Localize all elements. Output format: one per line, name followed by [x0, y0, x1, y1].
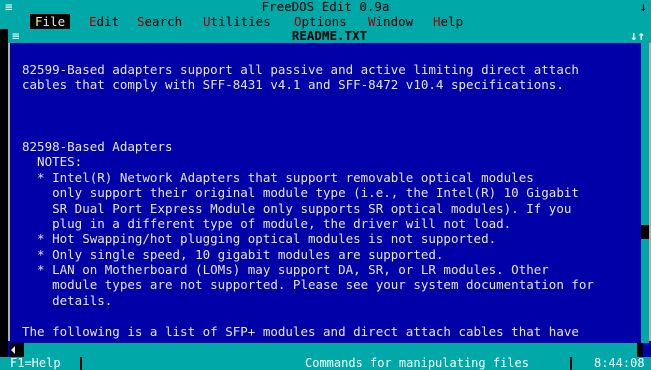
scroll-right-icon[interactable]: [637, 343, 643, 357]
system-menu-icon[interactable]: ≡: [5, 0, 13, 14]
menu-edit-label: dit: [96, 14, 120, 29]
menu-help[interactable]: Help: [433, 14, 463, 29]
menu-utilities[interactable]: Utilities: [203, 14, 271, 29]
menu-edit[interactable]: Edit: [89, 14, 119, 29]
left-border: [0, 29, 8, 370]
text-line: 82599-Based adapters support all passive…: [22, 62, 579, 77]
text-line: [22, 93, 642, 108]
menu-options-hotkey: O: [294, 14, 302, 29]
document-text-area[interactable]: 82599-Based adapters support all passive…: [22, 62, 642, 340]
status-bar: F1=Help Commands for manipulating files …: [0, 357, 651, 370]
vertical-scrollbar[interactable]: [641, 43, 649, 343]
status-separator: [570, 357, 572, 370]
text-line: * Intel(R) Network Adapters that support…: [22, 169, 534, 185]
menu-bar: File Edit Search Utilities Options Windo…: [0, 14, 651, 29]
menu-file[interactable]: File: [30, 14, 71, 29]
app-title-bar: ≡ FreeDOS Edit 0.9a ↓: [0, 0, 651, 14]
menu-utilities-label: tilities: [210, 14, 271, 29]
menu-search-label: earch: [144, 14, 183, 29]
menu-options[interactable]: Options: [294, 14, 347, 29]
text-line: received some testing. Not all modules a…: [22, 339, 642, 340]
status-message: Commands for manipulating files: [305, 356, 529, 370]
document-menu-icon[interactable]: ≡: [12, 29, 20, 43]
menu-window[interactable]: Window: [368, 14, 413, 29]
text-line: only support their original module type …: [22, 185, 579, 201]
menu-utilities-hotkey: U: [203, 14, 211, 29]
help-hint[interactable]: F1=Help: [10, 357, 61, 370]
menu-search-hotkey: S: [137, 14, 145, 29]
menu-file-hotkey: F: [35, 14, 43, 29]
text-line: [22, 124, 642, 139]
text-line: * Hot Swapping/hot plugging optical modu…: [22, 231, 497, 247]
text-line: cables that comply with SFF-8431 v4.1 an…: [22, 77, 564, 93]
horizontal-scroll-thumb[interactable]: [16, 343, 24, 357]
vertical-scroll-thumb[interactable]: [641, 225, 649, 239]
status-separator: [80, 357, 82, 370]
menu-window-label: indow: [375, 14, 414, 29]
menu-help-hotkey: H: [433, 14, 441, 29]
document-title: README.TXT: [291, 28, 368, 43]
menu-help-label: elp: [440, 14, 464, 29]
text-line: [22, 308, 642, 323]
text-line: NOTES:: [22, 154, 83, 170]
maximize-icon[interactable]: ↓↑: [630, 29, 645, 43]
menu-options-label: ptions: [301, 14, 347, 29]
app-title: FreeDOS Edit 0.9a: [261, 0, 390, 14]
text-line: SR Dual Port Express Module only support…: [22, 200, 572, 216]
horizontal-scrollbar[interactable]: [10, 343, 643, 357]
text-line: * Only single speed, 10 gigabit modules …: [22, 246, 444, 262]
document-title-bar: ≡ README.TXT ↓↑: [8, 29, 651, 43]
text-line: module types are not supported. Please s…: [22, 277, 594, 293]
text-line: 82598-Based Adapters: [22, 138, 173, 154]
clock: 8:44:08: [594, 356, 645, 370]
text-line: The following is a list of SFP+ modules …: [22, 323, 579, 339]
menu-edit-hotkey: E: [89, 14, 97, 29]
text-line: details.: [22, 292, 113, 308]
text-line: [22, 108, 642, 123]
scroll-down-icon[interactable]: ↓: [639, 0, 647, 14]
text-line: * LAN on Motherboard (LOMs) may support …: [22, 262, 549, 278]
text-line: plug in a different type of module, the …: [22, 215, 512, 231]
menu-search[interactable]: Search: [137, 14, 182, 29]
menu-window-hotkey: W: [368, 14, 376, 29]
menu-file-label: ile: [42, 14, 66, 29]
